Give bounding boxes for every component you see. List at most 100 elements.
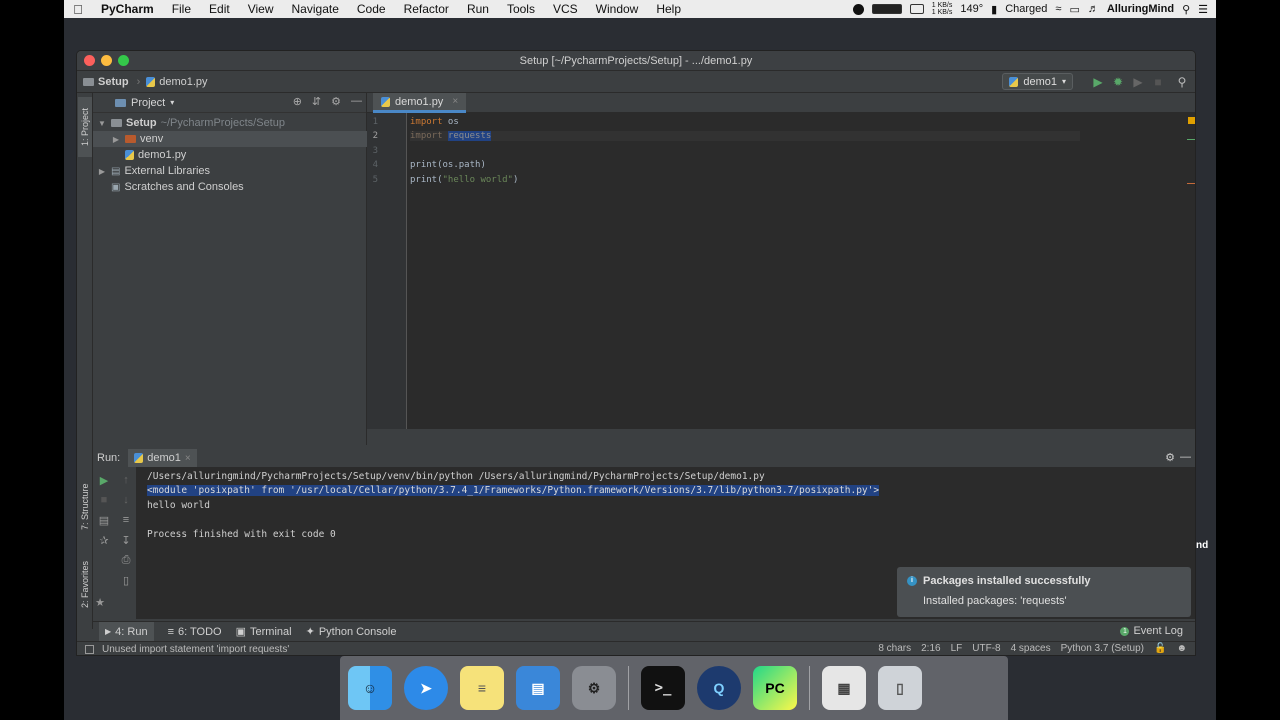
hide-icon[interactable]: — bbox=[1180, 451, 1191, 463]
notification-center-icon[interactable]: ☰ bbox=[1198, 3, 1208, 16]
temperature[interactable]: 149° bbox=[960, 3, 983, 15]
lock-icon[interactable]: 🔓 bbox=[1154, 643, 1166, 654]
search-icon[interactable]: ⚲ bbox=[1175, 75, 1189, 89]
safari-icon[interactable]: ➤ bbox=[404, 666, 448, 710]
tree-item-venv[interactable]: ▶ venv bbox=[93, 131, 367, 147]
menu-help[interactable]: Help bbox=[647, 2, 690, 16]
tab-favorites[interactable]: 2: Favorites bbox=[78, 549, 92, 619]
tree-item-setup[interactable]: ▼ Setup ~/PycharmProjects/Setup bbox=[97, 115, 285, 131]
code-editor[interactable]: import os import requests print(os.path)… bbox=[407, 113, 1083, 429]
up-icon[interactable]: ↑ bbox=[119, 473, 133, 487]
inspector-icon[interactable]: ☻ bbox=[1176, 643, 1187, 654]
line-separator[interactable]: LF bbox=[951, 643, 963, 654]
chevron-down-icon[interactable]: ▾ bbox=[170, 98, 174, 107]
wifi-icon[interactable]: ≈ bbox=[1055, 3, 1061, 15]
gear-icon[interactable]: ⚙ bbox=[331, 95, 341, 108]
volume-icon[interactable]: ♬ bbox=[1088, 3, 1099, 15]
tool-tab-python-console[interactable]: ✦ Python Console bbox=[306, 625, 397, 639]
network-speed[interactable]: 1 KB/s 1 KB/s bbox=[932, 2, 953, 16]
user-name[interactable]: AlluringMind bbox=[1107, 3, 1174, 15]
record-icon[interactable] bbox=[852, 3, 864, 15]
breadcrumb-demo1[interactable]: demo1.py bbox=[146, 76, 208, 88]
tree-item-demo1[interactable]: demo1.py bbox=[125, 147, 186, 163]
file-encoding[interactable]: UTF-8 bbox=[972, 643, 1000, 654]
battery-icon[interactable]: ▮ bbox=[991, 3, 997, 16]
menu-run[interactable]: Run bbox=[458, 2, 498, 16]
airplay-icon[interactable]: ▭ bbox=[1069, 3, 1079, 16]
console-line[interactable]: Process finished with exit code 0 bbox=[147, 529, 336, 540]
close-tab-icon[interactable]: × bbox=[185, 453, 191, 464]
menu-window[interactable]: Window bbox=[587, 2, 648, 16]
down-icon[interactable]: ↓ bbox=[119, 493, 133, 507]
collapse-arrow-icon[interactable]: ▶ bbox=[111, 135, 121, 144]
indent-setting[interactable]: 4 spaces bbox=[1011, 643, 1051, 654]
tree-item-external-libraries[interactable]: ▶ ▤ External Libraries bbox=[97, 163, 210, 179]
console-line[interactable]: /Users/alluringmind/PycharmProjects/Setu… bbox=[147, 471, 765, 482]
close-tab-icon[interactable]: × bbox=[452, 96, 458, 107]
notes-icon[interactable]: ≡ bbox=[460, 666, 504, 710]
scroll-to-end-icon[interactable]: ↧ bbox=[119, 533, 133, 547]
code-line-2[interactable]: import requests bbox=[410, 131, 1080, 141]
battery-status[interactable]: Charged bbox=[1005, 3, 1047, 15]
downloads-stack-icon[interactable]: ▦ bbox=[822, 666, 866, 710]
collapse-all-icon[interactable]: ⇵ bbox=[312, 95, 321, 108]
code-line-1[interactable]: import os bbox=[410, 117, 459, 127]
tree-item-scratches[interactable]: ▣ Scratches and Consoles bbox=[111, 179, 244, 195]
stop-icon[interactable]: ■ bbox=[97, 493, 111, 507]
cpu-graph-icon[interactable] bbox=[871, 4, 902, 14]
warning-marker-icon[interactable] bbox=[1188, 117, 1195, 124]
system-preferences-icon[interactable]: ⚙ bbox=[572, 666, 616, 710]
close-window-button[interactable] bbox=[84, 55, 95, 66]
run-tab-demo1[interactable]: demo1 × bbox=[128, 449, 197, 467]
collapse-arrow-icon[interactable]: ▶ bbox=[97, 167, 107, 176]
tool-tab-run[interactable]: ▶ 4: Run bbox=[99, 621, 154, 642]
terminal-icon[interactable]: >_ bbox=[641, 666, 685, 710]
menu-app-name[interactable]: PyCharm bbox=[92, 2, 163, 16]
menu-navigate[interactable]: Navigate bbox=[283, 2, 348, 16]
toggle-tool-windows-icon[interactable] bbox=[85, 645, 94, 654]
error-stripe-mark[interactable] bbox=[1187, 183, 1195, 184]
python-interpreter[interactable]: Python 3.7 (Setup) bbox=[1061, 643, 1144, 654]
locate-icon[interactable]: ⊕ bbox=[293, 95, 302, 108]
menu-view[interactable]: View bbox=[239, 2, 283, 16]
soft-wrap-icon[interactable]: ≡ bbox=[119, 513, 133, 527]
code-line-4[interactable]: print(os.path) bbox=[410, 160, 486, 170]
breadcrumb-setup[interactable]: Setup bbox=[83, 76, 129, 88]
title-bar[interactable]: Setup [~/PycharmProjects/Setup] - .../de… bbox=[77, 51, 1195, 71]
debug-icon[interactable]: ✹ bbox=[1111, 75, 1125, 89]
menu-edit[interactable]: Edit bbox=[200, 2, 239, 16]
trash-icon[interactable]: ▯ bbox=[119, 573, 133, 587]
run-with-coverage-icon[interactable]: ▶ bbox=[1131, 75, 1145, 89]
layout-icon[interactable]: ▤ bbox=[97, 513, 111, 527]
hide-icon[interactable]: — bbox=[351, 95, 362, 108]
rerun-icon[interactable]: ▶ bbox=[97, 473, 111, 487]
console-line[interactable]: hello world bbox=[147, 500, 210, 511]
memory-icon[interactable] bbox=[909, 4, 924, 14]
pycharm-icon[interactable]: PC bbox=[753, 666, 797, 710]
zoom-window-button[interactable] bbox=[118, 55, 129, 66]
selection-chars[interactable]: 8 chars bbox=[878, 643, 911, 654]
editor-tab-demo1[interactable]: demo1.py × bbox=[373, 93, 467, 113]
spotlight-icon[interactable]: ⚲ bbox=[1182, 3, 1190, 16]
menu-tools[interactable]: Tools bbox=[498, 2, 544, 16]
pin-icon[interactable]: ✰ bbox=[97, 533, 111, 547]
quicktime-icon[interactable]: Q bbox=[697, 666, 741, 710]
event-log-button[interactable]: 1 Event Log bbox=[1120, 625, 1183, 637]
print-icon[interactable]: ⎙ bbox=[119, 553, 133, 567]
keynote-icon[interactable]: ▤ bbox=[516, 666, 560, 710]
run-icon[interactable]: ▶ bbox=[1091, 75, 1105, 89]
run-configuration-dropdown[interactable]: demo1 ▾ bbox=[1002, 73, 1073, 90]
trash-icon[interactable]: ▯ bbox=[878, 666, 922, 710]
apple-icon[interactable]:  bbox=[64, 2, 92, 17]
console-line-selected[interactable]: <module 'posixpath' from '/usr/local/Cel… bbox=[147, 485, 880, 496]
gear-icon[interactable]: ⚙ bbox=[1165, 451, 1175, 464]
project-header-label[interactable]: Project bbox=[131, 97, 165, 109]
expand-arrow-icon[interactable]: ▼ bbox=[97, 119, 107, 128]
stop-icon[interactable]: ■ bbox=[1151, 75, 1165, 89]
favorites-star-icon[interactable]: ★ bbox=[93, 595, 107, 609]
code-line-5[interactable]: print("hello world") bbox=[410, 175, 518, 185]
tool-tab-terminal[interactable]: ▣ Terminal bbox=[236, 625, 292, 639]
menu-code[interactable]: Code bbox=[348, 2, 395, 16]
tab-project[interactable]: 1: Project bbox=[78, 97, 92, 157]
menu-vcs[interactable]: VCS bbox=[544, 2, 587, 16]
